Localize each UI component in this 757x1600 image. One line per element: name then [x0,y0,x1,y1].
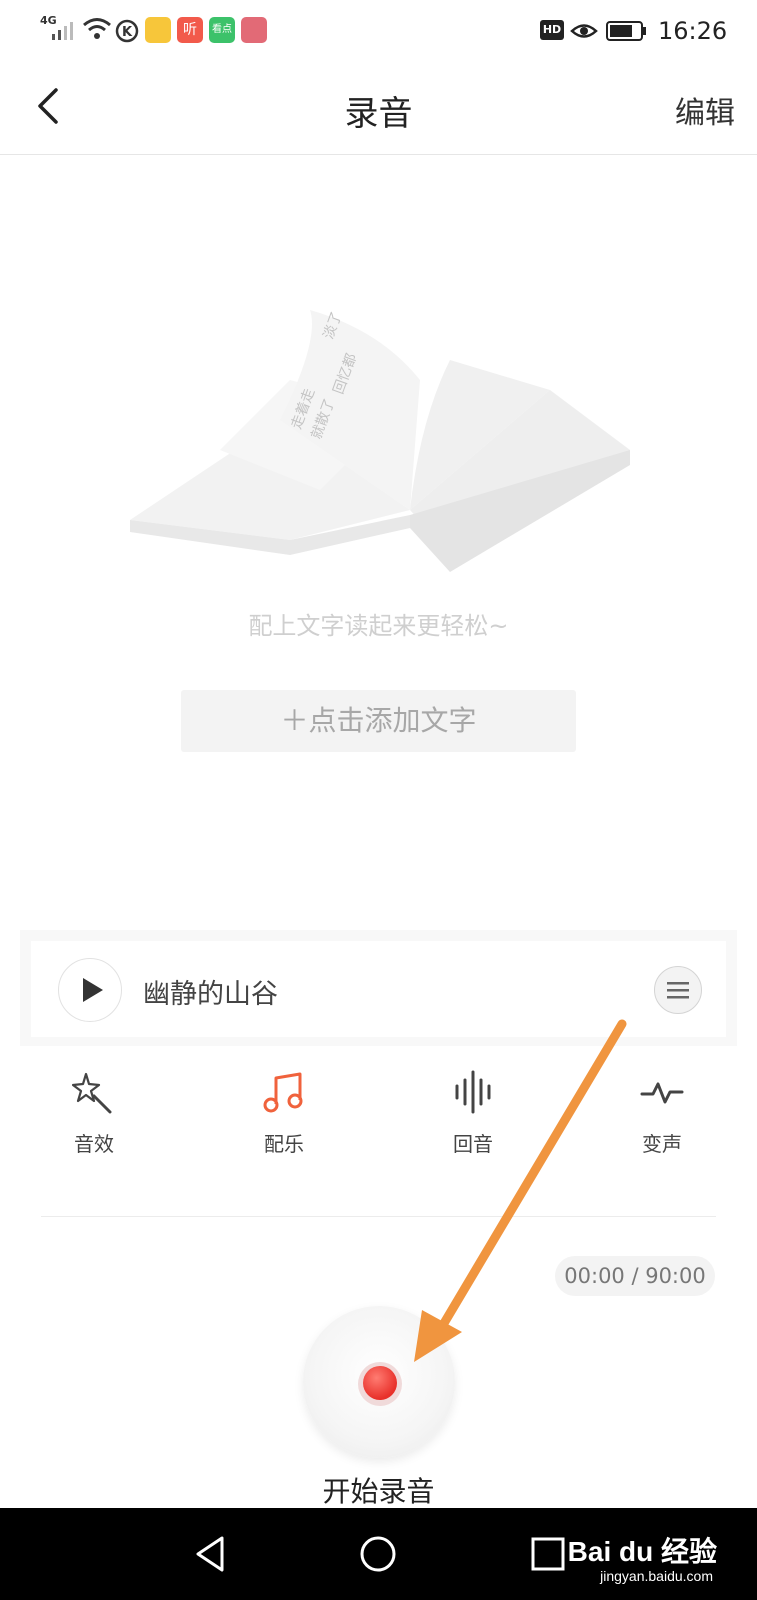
edit-button[interactable]: 编辑 [675,88,735,132]
play-button[interactable] [58,958,122,1022]
record-label: 开始录音 [322,1475,435,1508]
ting-app-icon: 听 [177,17,203,43]
back-triangle-icon[interactable] [192,1534,232,1574]
music-note-icon [263,1072,303,1113]
k-circle-icon: K [115,19,139,43]
tool-background-music[interactable]: 配乐 [224,1070,344,1157]
tool-label: 配乐 [264,1132,304,1156]
annotation-arrow [414,1019,627,1362]
watermark-brand: Bai du 经验 [567,1536,717,1567]
pulse-icon [640,1082,684,1104]
signal-icon [52,22,73,40]
hd-badge: HD [540,20,564,40]
hint-text: 配上文字读起来更轻松~ [248,612,509,640]
weibo-app-icon [145,17,171,43]
record-dot-icon [363,1366,397,1400]
kandian-app-icon: 看点 [209,17,235,43]
open-book-illustration: 走着走 就散了 回忆都 淡了 [130,310,630,572]
song-title: 幽静的山谷 [143,979,278,1010]
battery-icon [606,21,646,41]
add-text-button[interactable]: ＋点击添加文字 [181,690,576,752]
clock: 16:26 [658,17,728,45]
play-icon [83,978,103,1002]
watermark-url: jingyan.baidu.com [600,1568,713,1584]
recents-square-icon[interactable] [528,1534,568,1574]
page-title: 录音 [344,94,413,134]
menu-icon [667,982,689,999]
magic-wand-icon [71,1072,112,1114]
tool-label: 音效 [74,1132,114,1156]
tool-sound-effect[interactable]: 音效 [34,1070,154,1157]
status-bar: 4G K 听 看点 HD 16:26 [0,0,757,64]
wifi-icon [83,18,111,39]
header: 录音 编辑 [0,64,757,155]
playlist-menu-button[interactable] [654,966,702,1014]
app-icon [241,17,267,43]
svg-text:K: K [122,25,133,40]
eye-icon [570,24,598,38]
home-circle-icon[interactable] [358,1534,398,1574]
